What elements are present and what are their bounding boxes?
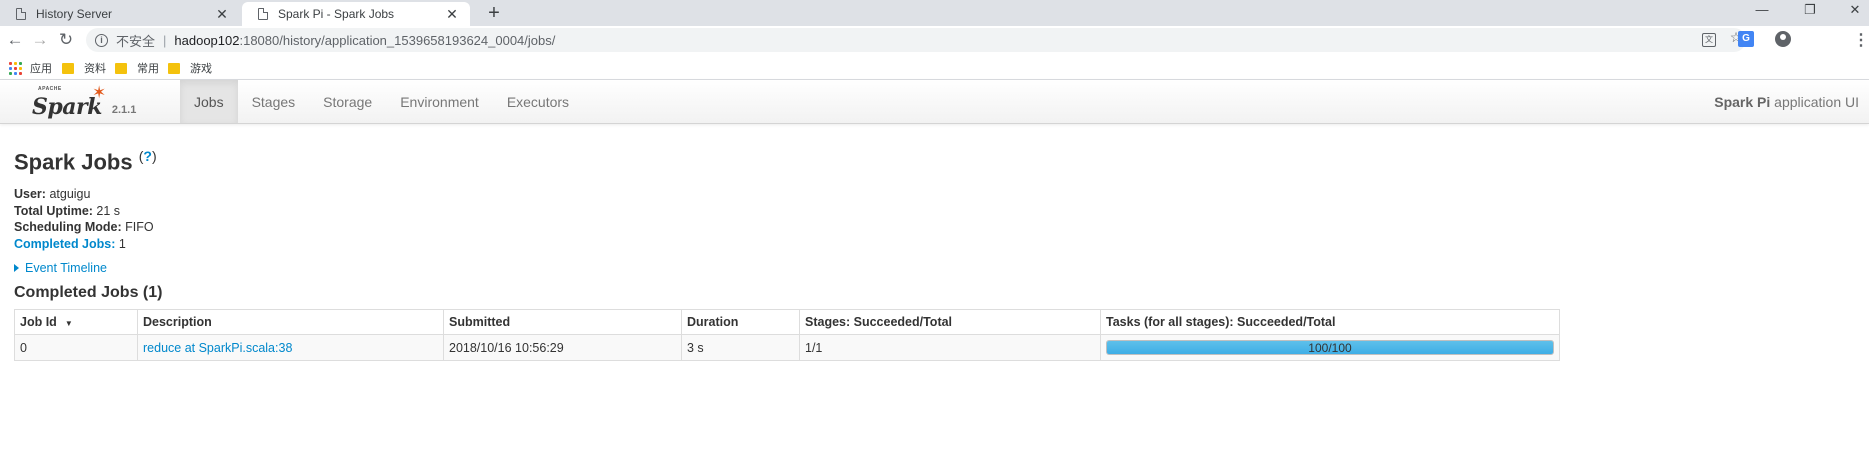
bookmark-label: 应用	[30, 63, 52, 75]
cell-submitted: 2018/10/16 10:56:29	[443, 334, 682, 361]
account-icon[interactable]	[1775, 31, 1791, 47]
completed-jobs-heading[interactable]: Completed Jobs (1)	[14, 284, 162, 302]
new-tab-icon[interactable]: +	[482, 3, 506, 25]
info-icon[interactable]: i	[95, 33, 108, 47]
summary-value: atguigu	[49, 187, 91, 201]
back-icon[interactable]: ←	[4, 30, 26, 52]
nav-executors[interactable]: Executors	[493, 80, 583, 123]
summary-scheduling: Scheduling Mode: FIFO	[14, 219, 154, 236]
summary-user: User: atguigu	[14, 186, 154, 203]
spark-version: 2.1.1	[111, 104, 137, 116]
nav-jobs[interactable]: Jobs	[180, 80, 238, 123]
tasks-progress-bar: 100/100	[1106, 340, 1554, 355]
reload-icon[interactable]: ↻	[55, 30, 77, 52]
expand-arrow-icon	[14, 264, 19, 272]
summary-uptime: Total Uptime: 21 s	[14, 203, 154, 220]
summary-value: 1	[118, 236, 126, 251]
tab-title: History Server	[36, 7, 113, 21]
tab-spark-jobs[interactable]: Spark Pi - Spark Jobs ✕	[242, 2, 470, 26]
forward-icon[interactable]: →	[29, 30, 51, 52]
column-submitted[interactable]: Submitted	[443, 309, 682, 335]
window-close-icon[interactable]: ✕	[1835, 2, 1869, 18]
event-timeline-toggle[interactable]: Event Timeline	[14, 261, 107, 275]
minimize-icon[interactable]: —	[1742, 2, 1782, 17]
table-row: 0 reduce at SparkPi.scala:38 2018/10/16 …	[14, 334, 1560, 361]
event-timeline-label: Event Timeline	[25, 261, 107, 275]
bookmarks-bar: 应用 资料 常用 游戏	[0, 54, 1869, 80]
security-label: 不安全	[116, 33, 156, 49]
progress-label: 100/100	[1308, 341, 1352, 355]
column-stages[interactable]: Stages: Succeeded/Total	[799, 309, 1101, 335]
browser-toolbar: ← → ↻ i 不安全 | hadoop102:18080/history/ap…	[0, 26, 1869, 54]
summary-value: FIFO	[125, 220, 154, 234]
help-link[interactable]: ?	[143, 148, 152, 164]
page-title-text: Spark Jobs	[14, 149, 133, 175]
nav-environment[interactable]: Environment	[386, 80, 493, 123]
bookmark-label: 资料	[84, 63, 106, 75]
table-header-row: Job Id ▼ Description Submitted Duration S…	[14, 309, 1560, 335]
cell-stages: 1/1	[799, 334, 1101, 361]
folder-icon	[115, 62, 127, 74]
folder-icon	[62, 62, 74, 74]
summary-label: Completed Jobs:	[14, 236, 116, 251]
browser-tab-strip: History Server ✕ Spark Pi - Spark Jobs ✕…	[0, 0, 1869, 26]
tab-history-server[interactable]: History Server ✕	[0, 2, 240, 26]
page-title: Spark Jobs (?)	[14, 148, 157, 175]
translate-icon[interactable]: 文	[1698, 29, 1720, 47]
app-title: Spark Pi application UI	[1714, 94, 1859, 110]
job-summary: User: atguigu Total Uptime: 21 s Schedul…	[14, 186, 154, 252]
column-tasks[interactable]: Tasks (for all stages): Succeeded/Total	[1100, 309, 1560, 335]
address-separator: |	[163, 32, 167, 48]
column-label: Job Id	[20, 315, 57, 329]
restore-icon[interactable]: ❐	[1790, 2, 1830, 18]
spark-star-icon: ✶	[92, 83, 107, 102]
bookmark-label: 游戏	[190, 63, 212, 75]
spark-navbar: APACHE Spark ✶ 2.1.1 Jobs Stages Storage…	[0, 80, 1869, 124]
column-duration[interactable]: Duration	[681, 309, 800, 335]
document-icon	[258, 8, 268, 20]
cell-job-id: 0	[14, 334, 138, 361]
cell-duration: 3 s	[681, 334, 800, 361]
address-host: hadoop102	[174, 32, 240, 48]
nav-stages[interactable]: Stages	[238, 80, 310, 123]
cell-tasks: 100/100	[1100, 334, 1560, 361]
address-bar[interactable]: i 不安全 | hadoop102:18080/history/applicat…	[86, 28, 1746, 52]
bookmark-folder-changyong[interactable]: 常用	[115, 60, 159, 76]
close-tab-icon[interactable]: ✕	[212, 6, 232, 23]
summary-label: User:	[14, 187, 46, 201]
cell-description: reduce at SparkPi.scala:38	[137, 334, 444, 361]
summary-label: Scheduling Mode:	[14, 220, 122, 234]
bookmark-folder-ziliao[interactable]: 资料	[62, 60, 106, 76]
nav-storage[interactable]: Storage	[309, 80, 386, 123]
column-description[interactable]: Description	[137, 309, 444, 335]
tab-title: Spark Pi - Spark Jobs	[278, 7, 395, 21]
document-icon	[16, 8, 26, 20]
app-suffix: application UI	[1774, 94, 1859, 110]
folder-icon	[168, 62, 180, 74]
summary-completed-jobs-link[interactable]: Completed Jobs: 1	[14, 236, 154, 253]
completed-jobs-table: Job Id ▼ Description Submitted Duration S…	[14, 309, 1560, 361]
browser-menu-icon[interactable]: ⋮	[1853, 30, 1869, 50]
address-path: :18080/history/application_1539658193624…	[239, 32, 556, 48]
google-translate-extension-icon[interactable]: G	[1738, 31, 1754, 47]
app-name: Spark Pi	[1714, 94, 1771, 110]
spark-nav-links: Jobs Stages Storage Environment Executor…	[180, 80, 583, 123]
sort-desc-icon: ▼	[64, 319, 73, 328]
summary-value: 21 s	[96, 203, 121, 218]
help-tooltip[interactable]: (?)	[139, 148, 157, 164]
summary-label: Total Uptime:	[14, 203, 93, 218]
bookmark-folder-youxi[interactable]: 游戏	[168, 60, 212, 76]
column-job-id[interactable]: Job Id ▼	[14, 309, 138, 335]
bookmark-apps[interactable]: 应用	[9, 60, 52, 76]
close-tab-icon[interactable]: ✕	[442, 6, 462, 23]
bookmark-label: 常用	[137, 63, 159, 75]
spark-logo[interactable]: APACHE Spark ✶ 2.1.1	[32, 83, 137, 120]
logo-apache-text: APACHE	[38, 86, 62, 92]
apps-icon	[9, 61, 22, 75]
job-description-link[interactable]: reduce at SparkPi.scala:38	[143, 341, 292, 355]
